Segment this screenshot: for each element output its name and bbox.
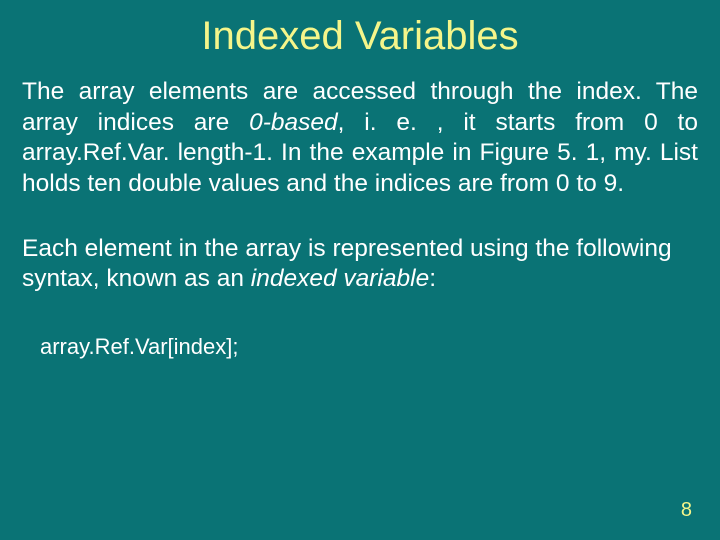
code-syntax: array.Ref.Var[index]; xyxy=(22,333,698,361)
page-number: 8 xyxy=(681,499,692,522)
slide-title: Indexed Variables xyxy=(0,0,720,77)
paragraph-1: The array elements are accessed through … xyxy=(22,77,698,200)
para2-text-c: : xyxy=(429,265,436,292)
para2-emphasis: indexed variable xyxy=(251,265,429,292)
para1-emphasis: 0-based xyxy=(249,109,338,136)
slide-body: The array elements are accessed through … xyxy=(0,77,720,360)
paragraph-2: Each element in the array is represented… xyxy=(22,234,698,295)
